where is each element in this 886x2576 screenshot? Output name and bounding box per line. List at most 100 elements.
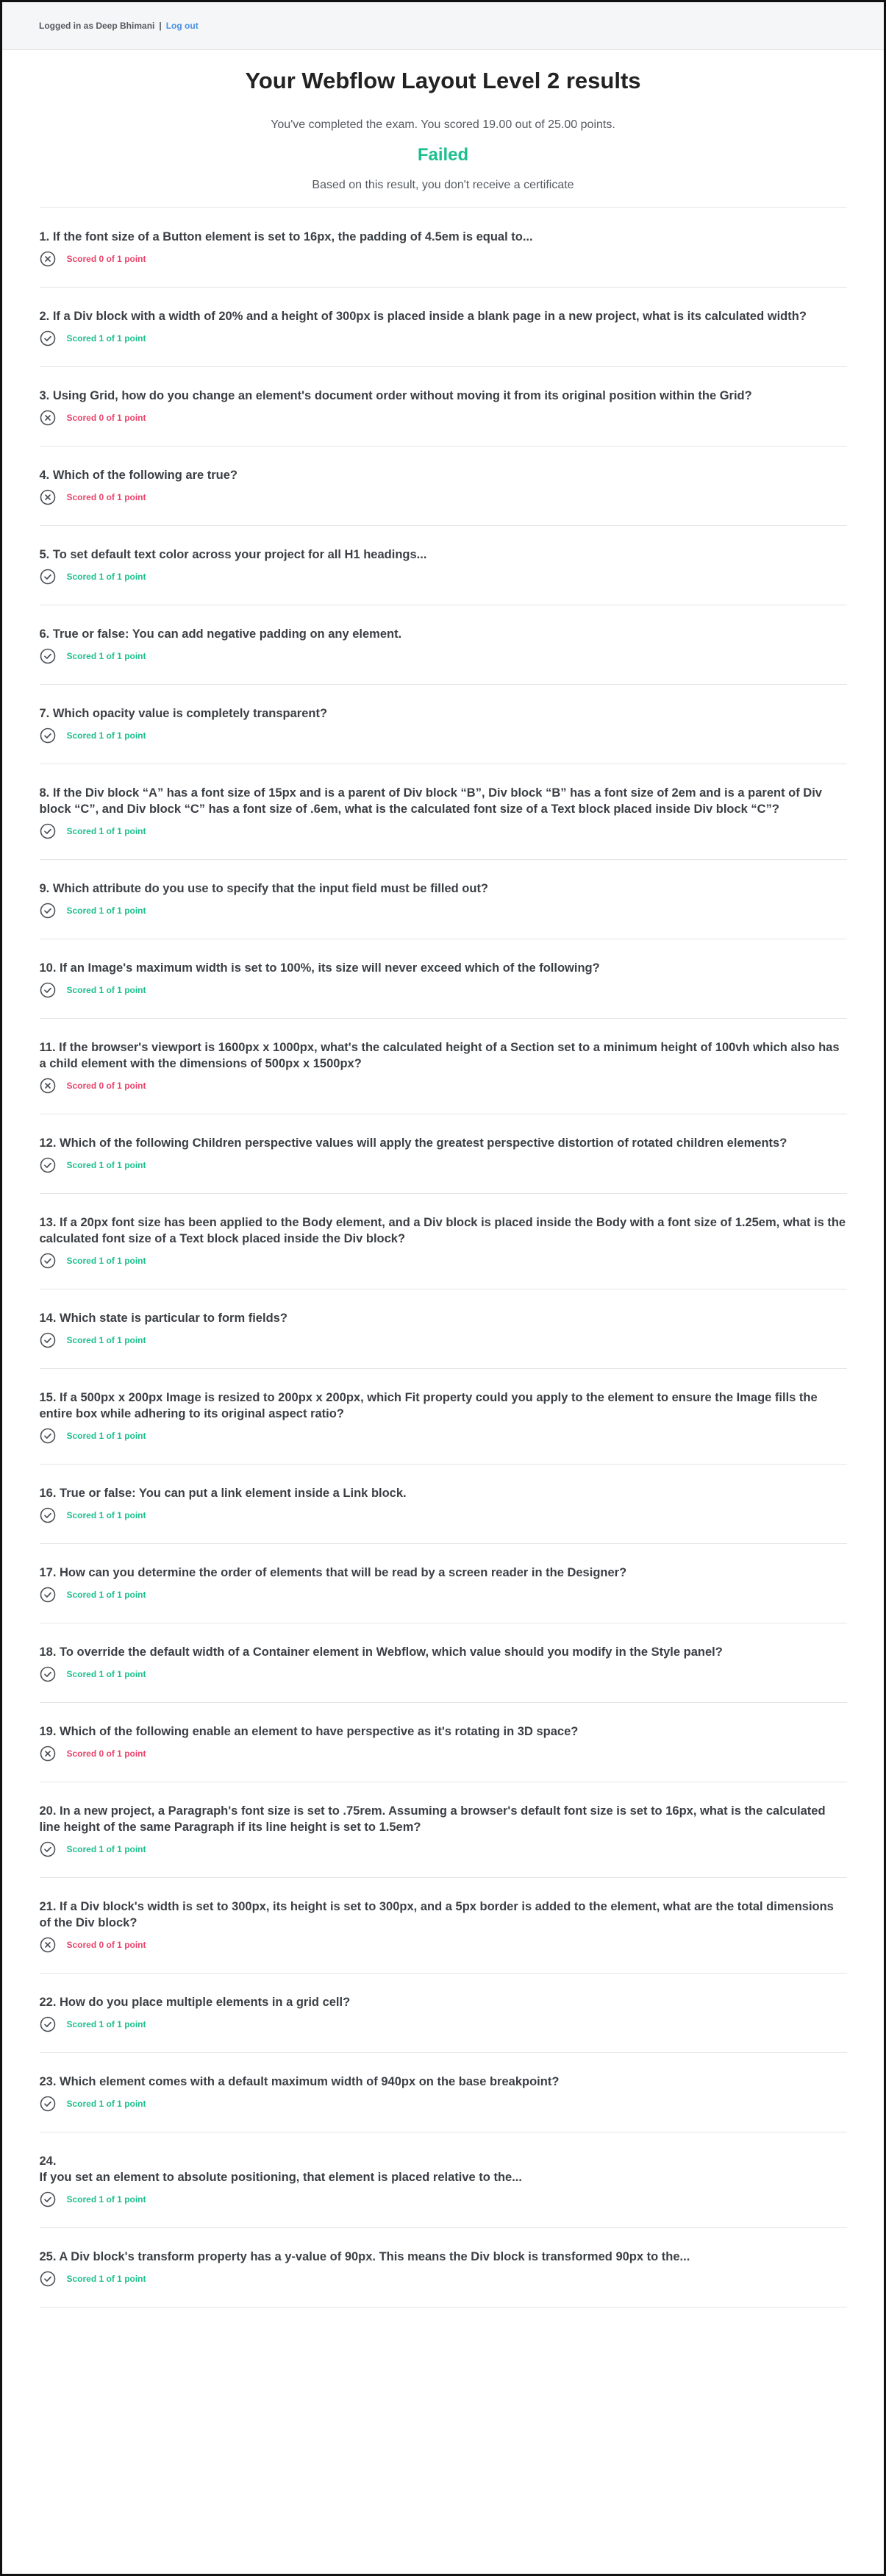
question-item: 16. True or false: You can put a link el… — [39, 1465, 847, 1544]
question-result: Scored 1 of 1 point — [40, 903, 847, 919]
question-item: 14. Which state is particular to form fi… — [39, 1289, 847, 1369]
check-circle-icon — [40, 2016, 56, 2032]
question-item: 25. A Div block's transform property has… — [39, 2228, 847, 2308]
score-label: Scored 1 of 1 point — [66, 985, 146, 995]
question-body: 8. If the Div block “A” has a font size … — [39, 786, 822, 816]
check-circle-icon — [40, 569, 56, 585]
score-label: Scored 1 of 1 point — [66, 1844, 146, 1854]
question-item: 23. Which element comes with a default m… — [39, 2053, 847, 2132]
score-label: Scored 1 of 1 point — [66, 1510, 146, 1520]
question-text: 21. If a Div block's width is set to 300… — [40, 1899, 847, 1931]
question-result: Scored 0 of 1 point — [40, 1937, 847, 1953]
question-result: Scored 1 of 1 point — [40, 2096, 847, 2112]
score-label: Scored 0 of 1 point — [66, 492, 146, 502]
question-text: 15. If a 500px x 200px Image is resized … — [40, 1390, 847, 1422]
check-circle-icon — [40, 982, 56, 998]
question-text: 1. If the font size of a Button element … — [40, 229, 847, 245]
question-item: 2. If a Div block with a width of 20% an… — [39, 288, 847, 367]
question-body: 3. Using Grid, how do you change an elem… — [39, 389, 752, 402]
question-body: 11. If the browser's viewport is 1600px … — [39, 1041, 840, 1070]
question-body: 1. If the font size of a Button element … — [39, 230, 533, 243]
question-text: 11. If the browser's viewport is 1600px … — [40, 1039, 847, 1072]
x-circle-icon — [40, 251, 56, 267]
check-circle-icon — [40, 1507, 56, 1523]
question-body: 6. True or false: You can add negative p… — [39, 627, 402, 641]
question-item: 18. To override the default width of a C… — [39, 1623, 847, 1703]
question-item: 15. If a 500px x 200px Image is resized … — [39, 1369, 847, 1465]
question-body: 5. To set default text color across your… — [39, 548, 427, 561]
separator: | — [159, 21, 162, 31]
question-result: Scored 1 of 1 point — [40, 823, 847, 839]
score-label: Scored 1 of 1 point — [66, 1335, 146, 1345]
question-text: 7. Which opacity value is completely tra… — [40, 705, 847, 722]
question-item: 3. Using Grid, how do you change an elem… — [39, 367, 847, 446]
question-result: Scored 1 of 1 point — [40, 982, 847, 998]
score-label: Scored 1 of 1 point — [66, 1590, 146, 1600]
score-label: Scored 1 of 1 point — [66, 2019, 146, 2029]
score-label: Scored 0 of 1 point — [66, 1940, 146, 1950]
question-text: 6. True or false: You can add negative p… — [40, 626, 847, 642]
question-item: 21. If a Div block's width is set to 300… — [39, 1878, 847, 1974]
score-label: Scored 1 of 1 point — [66, 826, 146, 836]
score-label: Scored 1 of 1 point — [66, 730, 146, 741]
status-badge: Failed — [417, 145, 469, 165]
question-result: Scored 1 of 1 point — [40, 1666, 847, 1682]
question-body: 22. How do you place multiple elements i… — [39, 1996, 351, 2009]
results-container: Your Webflow Layout Level 2 results You'… — [39, 50, 847, 2308]
page-title: Your Webflow Layout Level 2 results — [245, 68, 641, 93]
results-header: Your Webflow Layout Level 2 results You'… — [39, 50, 847, 208]
question-result: Scored 1 of 1 point — [40, 1332, 847, 1348]
question-text: 23. Which element comes with a default m… — [40, 2074, 847, 2090]
question-item: 22. How do you place multiple elements i… — [39, 1974, 847, 2053]
certificate-message: Based on this result, you don't receive … — [312, 179, 574, 191]
question-item: 8. If the Div block “A” has a font size … — [39, 764, 847, 860]
question-text: 2. If a Div block with a width of 20% an… — [40, 308, 847, 324]
question-text: 18. To override the default width of a C… — [40, 1644, 847, 1660]
question-result: Scored 1 of 1 point — [40, 1157, 847, 1173]
question-list: 1. If the font size of a Button element … — [39, 208, 847, 2308]
question-body: 16. True or false: You can put a link el… — [39, 1487, 407, 1500]
question-text: 24. If you set an element to absolute pos… — [40, 2153, 847, 2185]
question-text: 12. Which of the following Children pers… — [40, 1135, 847, 1151]
check-circle-icon — [40, 823, 56, 839]
question-body: If you set an element to absolute positi… — [39, 2171, 522, 2184]
check-circle-icon — [40, 727, 56, 744]
question-body: 12. Which of the following Children pers… — [39, 1136, 787, 1150]
check-circle-icon — [40, 1666, 56, 1682]
question-text: 25. A Div block's transform property has… — [40, 2249, 847, 2265]
question-result: Scored 0 of 1 point — [40, 251, 847, 267]
score-label: Scored 1 of 1 point — [66, 1256, 146, 1266]
check-circle-icon — [40, 2096, 56, 2112]
score-label: Scored 1 of 1 point — [66, 1160, 146, 1170]
question-item: 6. True or false: You can add negative p… — [39, 605, 847, 685]
question-text: 19. Which of the following enable an ele… — [40, 1723, 847, 1740]
x-circle-icon — [40, 1746, 56, 1762]
question-result: Scored 1 of 1 point — [40, 2271, 847, 2287]
check-circle-icon — [40, 2271, 56, 2287]
question-body: 9. Which attribute do you use to specify… — [39, 882, 489, 895]
question-result: Scored 1 of 1 point — [40, 1428, 847, 1444]
question-body: 13. If a 20px font size has been applied… — [39, 1216, 846, 1245]
score-label: Scored 1 of 1 point — [66, 905, 146, 916]
score-summary: You've completed the exam. You scored 19… — [271, 118, 615, 131]
question-text: 9. Which attribute do you use to specify… — [40, 880, 847, 897]
score-label: Scored 1 of 1 point — [66, 1669, 146, 1679]
check-circle-icon — [40, 1428, 56, 1444]
question-body: 20. In a new project, a Paragraph's font… — [39, 1804, 826, 1834]
score-label: Scored 0 of 1 point — [66, 1748, 146, 1759]
check-circle-icon — [40, 648, 56, 664]
question-result: Scored 1 of 1 point — [40, 648, 847, 664]
question-text: 8. If the Div block “A” has a font size … — [40, 785, 847, 817]
question-text: 10. If an Image's maximum width is set t… — [40, 960, 847, 976]
score-label: Scored 0 of 1 point — [66, 254, 146, 264]
question-body: 18. To override the default width of a C… — [39, 1645, 723, 1659]
question-text: 20. In a new project, a Paragraph's font… — [40, 1803, 847, 1835]
check-circle-icon — [40, 903, 56, 919]
question-body: 7. Which opacity value is completely tra… — [39, 707, 328, 720]
question-item: 12. Which of the following Children pers… — [39, 1114, 847, 1194]
logout-link[interactable]: Log out — [166, 21, 199, 31]
question-result: Scored 1 of 1 point — [40, 1507, 847, 1523]
question-body: 23. Which element comes with a default m… — [39, 2075, 560, 2088]
question-result: Scored 1 of 1 point — [40, 1587, 847, 1603]
question-body: 15. If a 500px x 200px Image is resized … — [39, 1391, 818, 1420]
